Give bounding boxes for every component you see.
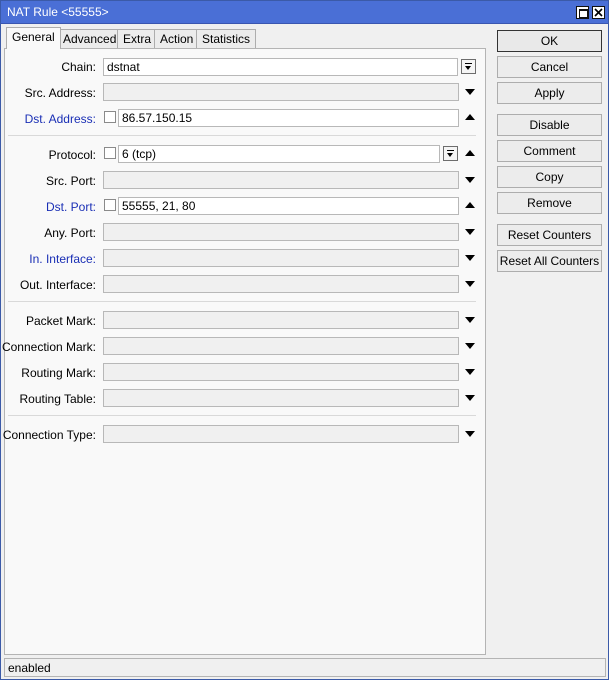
connection-type-label: Connection Type: xyxy=(2,428,96,442)
protocol-dropdown-icon[interactable] xyxy=(443,146,458,161)
status-text: enabled xyxy=(8,661,51,675)
chain-value: dstnat xyxy=(107,60,140,74)
src-address-label: Src. Address: xyxy=(24,86,96,100)
connection-mark-label: Connection Mark: xyxy=(1,340,96,354)
status-bar: enabled xyxy=(4,658,606,677)
tab-action[interactable]: Action xyxy=(154,29,200,48)
protocol-negate-checkbox[interactable] xyxy=(104,147,116,159)
separator xyxy=(8,301,476,302)
any-port-expand-icon[interactable] xyxy=(465,229,475,235)
tab-advanced[interactable]: Advanced xyxy=(57,29,123,48)
routing-mark-label: Routing Mark: xyxy=(21,366,96,380)
dst-address-label: Dst. Address: xyxy=(24,112,96,126)
dst-address-field[interactable]: 86.57.150.15 xyxy=(118,109,459,127)
connection-mark-field[interactable] xyxy=(103,337,459,355)
src-port-field[interactable] xyxy=(103,171,459,189)
routing-mark-field[interactable] xyxy=(103,363,459,381)
out-interface-field[interactable] xyxy=(103,275,459,293)
in-interface-field[interactable] xyxy=(103,249,459,267)
any-port-label: Any. Port: xyxy=(44,226,96,240)
tab-statistics[interactable]: Statistics xyxy=(196,29,257,48)
connection-type-expand-icon[interactable] xyxy=(465,431,475,437)
any-port-field[interactable] xyxy=(103,223,459,241)
chain-field[interactable]: dstnat xyxy=(103,58,458,76)
chain-label: Chain: xyxy=(61,60,96,74)
dst-address-value: 86.57.150.15 xyxy=(122,111,193,125)
in-interface-label: In. Interface: xyxy=(29,252,96,266)
copy-button[interactable]: Copy xyxy=(497,166,602,188)
reset-all-counters-button[interactable]: Reset All Counters xyxy=(497,250,602,272)
dst-address-negate-checkbox[interactable] xyxy=(104,111,116,123)
dst-port-label: Dst. Port: xyxy=(45,200,96,214)
maximize-icon[interactable] xyxy=(576,6,589,19)
separator xyxy=(8,135,476,136)
in-interface-expand-icon[interactable] xyxy=(465,255,475,261)
close-icon[interactable] xyxy=(592,6,605,19)
routing-mark-expand-icon[interactable] xyxy=(465,369,475,375)
disable-button[interactable]: Disable xyxy=(497,114,602,136)
window-title: NAT Rule <55555> xyxy=(7,5,109,19)
dst-port-value: 55555, 21, 80 xyxy=(122,199,196,213)
tab-extra[interactable]: Extra xyxy=(117,29,158,48)
comment-button[interactable]: Comment xyxy=(497,140,602,162)
separator xyxy=(8,415,476,416)
protocol-value: 6 (tcp) xyxy=(122,147,157,161)
remove-button[interactable]: Remove xyxy=(497,192,602,214)
nat-rule-window: NAT Rule <55555> General Advanced Extra … xyxy=(0,0,609,680)
packet-mark-label: Packet Mark: xyxy=(25,314,96,328)
cancel-button[interactable]: Cancel xyxy=(497,56,602,78)
src-address-expand-icon[interactable] xyxy=(465,89,475,95)
src-address-field[interactable] xyxy=(103,83,459,101)
dst-port-collapse-icon[interactable] xyxy=(465,202,475,208)
dst-port-negate-checkbox[interactable] xyxy=(104,199,116,211)
connection-type-field[interactable] xyxy=(103,425,459,443)
routing-table-field[interactable] xyxy=(103,389,459,407)
reset-counters-button[interactable]: Reset Counters xyxy=(497,224,602,246)
dst-address-collapse-icon[interactable] xyxy=(465,114,475,120)
src-port-expand-icon[interactable] xyxy=(465,177,475,183)
packet-mark-field[interactable] xyxy=(103,311,459,329)
out-interface-expand-icon[interactable] xyxy=(465,281,475,287)
routing-table-expand-icon[interactable] xyxy=(465,395,475,401)
protocol-collapse-icon[interactable] xyxy=(465,150,475,156)
connection-mark-expand-icon[interactable] xyxy=(465,343,475,349)
tab-general[interactable]: General xyxy=(6,27,61,49)
out-interface-label: Out. Interface: xyxy=(19,278,96,292)
title-bar[interactable]: NAT Rule <55555> xyxy=(1,1,608,24)
ok-button[interactable]: OK xyxy=(497,30,602,52)
routing-table-label: Routing Table: xyxy=(19,392,97,406)
packet-mark-expand-icon[interactable] xyxy=(465,317,475,323)
protocol-label: Protocol: xyxy=(48,148,96,162)
dst-port-field[interactable]: 55555, 21, 80 xyxy=(118,197,459,215)
src-port-label: Src. Port: xyxy=(45,174,96,188)
chain-dropdown-icon[interactable] xyxy=(461,59,476,74)
protocol-field[interactable]: 6 (tcp) xyxy=(118,145,440,163)
apply-button[interactable]: Apply xyxy=(497,82,602,104)
